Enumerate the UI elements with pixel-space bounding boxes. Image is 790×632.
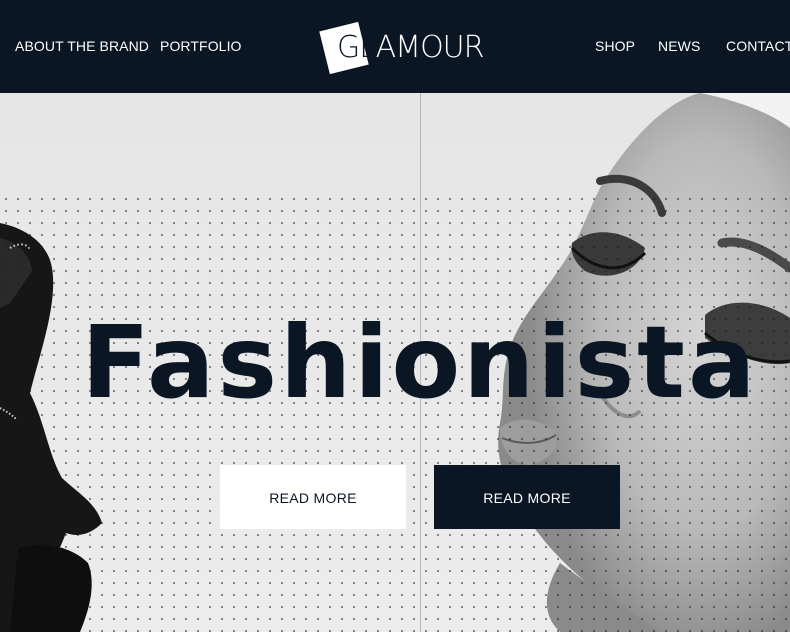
read-more-button-dark[interactable]: READ MORE xyxy=(434,465,620,529)
logo-text-gl: GL xyxy=(337,30,377,65)
logo-text-amour: AMOUR xyxy=(375,30,485,65)
nav-portfolio[interactable]: PORTFOLIO xyxy=(160,38,242,54)
read-more-button-light[interactable]: READ MORE xyxy=(220,465,406,529)
nav-about-the-brand[interactable]: ABOUT THE BRAND xyxy=(15,38,149,54)
hero-title: Fashionista xyxy=(81,304,759,421)
nav-news[interactable]: NEWS xyxy=(658,38,700,54)
logo-text: GLAMOUR xyxy=(337,30,485,65)
nav-contact[interactable]: CONTACT xyxy=(726,38,790,54)
glamour-logo[interactable]: GLAMOUR xyxy=(319,20,485,78)
hero-section: Fashionista READ MORE READ MORE xyxy=(0,93,790,632)
nav-shop[interactable]: SHOP xyxy=(595,38,635,54)
page: ABOUT THE BRAND PORTFOLIO GLAMOUR SHOP N… xyxy=(0,0,790,632)
site-header: ABOUT THE BRAND PORTFOLIO GLAMOUR SHOP N… xyxy=(0,0,790,93)
